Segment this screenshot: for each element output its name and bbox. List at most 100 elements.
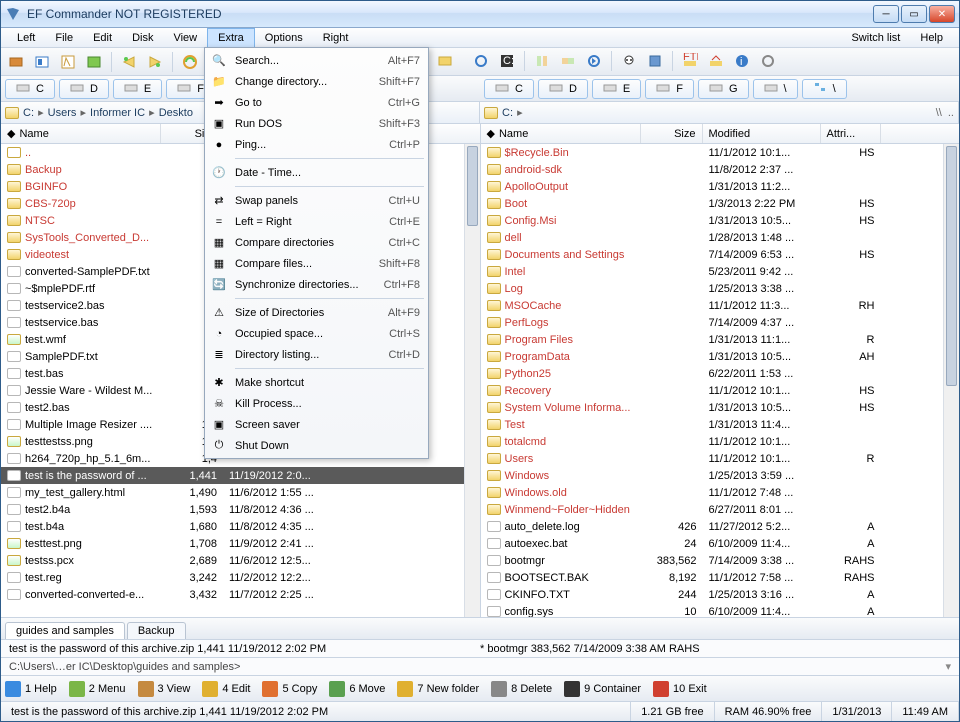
fkey-button[interactable]: 9 Container xyxy=(564,681,641,697)
scrollbar[interactable] xyxy=(943,144,959,617)
fkey-button[interactable]: 8 Delete xyxy=(491,681,552,697)
file-row[interactable]: Documents and Settings7/14/2009 6:53 ...… xyxy=(481,246,960,263)
tool-icon[interactable] xyxy=(83,51,105,73)
file-row[interactable]: ProgramData1/31/2013 10:5...AH xyxy=(481,348,960,365)
breadcrumb[interactable]: Users xyxy=(48,107,77,119)
path-right[interactable]: C: ▸ \\.. xyxy=(480,102,959,123)
column-header[interactable]: ◆Name Size Modified Attri... xyxy=(481,124,960,144)
file-row[interactable]: ApolloOutput1/31/2013 11:2... xyxy=(481,178,960,195)
menu-item[interactable]: ◔Occupied space...Ctrl+S xyxy=(207,323,426,344)
tool-icon[interactable] xyxy=(531,50,553,72)
path-up[interactable]: .. xyxy=(948,107,954,119)
menu-view[interactable]: View xyxy=(163,28,207,47)
file-row[interactable]: $Recycle.Bin11/1/2012 10:1...HS xyxy=(481,144,960,161)
col-name[interactable]: Name xyxy=(19,128,48,140)
file-row[interactable]: autoexec.bat246/10/2009 11:4...A xyxy=(481,535,960,552)
col-attr[interactable]: Attri... xyxy=(821,124,881,143)
col-name[interactable]: Name xyxy=(499,128,528,140)
tool-icon[interactable] xyxy=(5,51,27,73)
command-line[interactable]: C:\Users\…er IC\Desktop\guides and sampl… xyxy=(1,657,959,675)
menu-item[interactable]: 🕐Date - Time... xyxy=(207,162,426,183)
drive-button[interactable]: D xyxy=(59,79,109,99)
tool-icon[interactable] xyxy=(644,50,666,72)
menu-item[interactable]: 📁Change directory...Shift+F7 xyxy=(207,71,426,92)
tool-icon[interactable] xyxy=(179,51,201,73)
tab[interactable]: guides and samples xyxy=(5,622,125,639)
menu-item[interactable]: 🔍Search...Alt+F7 xyxy=(207,50,426,71)
file-row[interactable]: test is the password of ...1,44111/19/20… xyxy=(1,467,480,484)
menu-extra[interactable]: Extra xyxy=(207,28,255,47)
tool-icon[interactable] xyxy=(705,50,727,72)
menu-right[interactable]: Right xyxy=(313,28,359,47)
file-row[interactable]: Users11/1/2012 10:1...R xyxy=(481,450,960,467)
fkey-button[interactable]: 2 Menu xyxy=(69,681,126,697)
path-net[interactable]: \\ xyxy=(936,107,942,119)
drive-button[interactable]: \ xyxy=(753,79,798,99)
fkey-button[interactable]: 10 Exit xyxy=(653,681,707,697)
breadcrumb[interactable]: Informer IC xyxy=(90,107,145,119)
drive-button[interactable]: E xyxy=(592,79,641,99)
drive-button[interactable]: D xyxy=(538,79,588,99)
menu-item[interactable]: ▣Run DOSShift+F3 xyxy=(207,113,426,134)
minimize-button[interactable]: ─ xyxy=(873,5,899,23)
tool-icon[interactable] xyxy=(57,51,79,73)
file-row[interactable]: converted-converted-e...3,43211/7/2012 2… xyxy=(1,586,480,603)
scrollbar[interactable] xyxy=(464,144,480,617)
tool-icon[interactable] xyxy=(118,51,140,73)
breadcrumb[interactable]: C: xyxy=(502,107,513,119)
file-row[interactable]: dell1/28/2013 1:48 ... xyxy=(481,229,960,246)
menu-item[interactable]: ≣Directory listing...Ctrl+D xyxy=(207,344,426,365)
breadcrumb[interactable]: Deskto xyxy=(159,107,193,119)
col-size[interactable]: Size xyxy=(641,124,703,143)
tab[interactable]: Backup xyxy=(127,622,186,639)
file-row[interactable]: Intel5/23/2011 9:42 ... xyxy=(481,263,960,280)
menu-switch-list[interactable]: Switch list xyxy=(841,28,910,47)
tool-icon[interactable] xyxy=(583,50,605,72)
fkey-button[interactable]: 7 New folder xyxy=(397,681,479,697)
menu-disk[interactable]: Disk xyxy=(122,28,163,47)
drive-button[interactable]: E xyxy=(113,79,162,99)
menu-item[interactable]: 🔄Synchronize directories...Ctrl+F8 xyxy=(207,274,426,295)
menu-help[interactable]: Help xyxy=(910,28,953,47)
menu-item[interactable]: ●Ping...Ctrl+P xyxy=(207,134,426,155)
fkey-button[interactable]: 5 Copy xyxy=(262,681,317,697)
tool-icon[interactable] xyxy=(434,50,456,72)
file-row[interactable]: testss.pcx2,68911/6/2012 12:5... xyxy=(1,552,480,569)
file-row[interactable]: Python256/22/2011 1:53 ... xyxy=(481,365,960,382)
file-row[interactable]: BOOTSECT.BAK8,19211/1/2012 7:58 ...RAHS xyxy=(481,569,960,586)
file-row[interactable]: Program Files1/31/2013 11:1...R xyxy=(481,331,960,348)
titlebar[interactable]: EF Commander NOT REGISTERED ─ ▭ ✕ xyxy=(1,1,959,28)
file-row[interactable]: Log1/25/2013 3:38 ... xyxy=(481,280,960,297)
extra-menu-dropdown[interactable]: 🔍Search...Alt+F7📁Change directory...Shif… xyxy=(204,47,429,459)
file-row[interactable]: Config.Msi1/31/2013 10:5...HS xyxy=(481,212,960,229)
file-row[interactable]: Windows1/25/2013 3:59 ... xyxy=(481,467,960,484)
file-row[interactable]: Boot1/3/2013 2:22 PMHS xyxy=(481,195,960,212)
file-row[interactable]: MSOCache11/1/2012 11:3...RH xyxy=(481,297,960,314)
file-row[interactable]: PerfLogs7/14/2009 4:37 ... xyxy=(481,314,960,331)
tool-icon[interactable] xyxy=(31,51,53,73)
file-row[interactable]: Test1/31/2013 11:4... xyxy=(481,416,960,433)
drive-button[interactable]: C xyxy=(5,79,55,99)
file-row[interactable]: test2.b4a1,59311/8/2012 4:36 ... xyxy=(1,501,480,518)
fkey-button[interactable]: 6 Move xyxy=(329,681,385,697)
maximize-button[interactable]: ▭ xyxy=(901,5,927,23)
menu-item[interactable]: ▣Screen saver xyxy=(207,414,426,435)
file-row[interactable]: testtest.png1,70811/9/2012 2:41 ... xyxy=(1,535,480,552)
menu-item[interactable]: ⚠Size of DirectoriesAlt+F9 xyxy=(207,302,426,323)
menu-item[interactable]: ➡Go toCtrl+G xyxy=(207,92,426,113)
info-icon[interactable]: i xyxy=(731,50,753,72)
network-button[interactable]: \ xyxy=(802,79,847,99)
tool-icon[interactable] xyxy=(757,50,779,72)
menu-item[interactable]: ☠Kill Process... xyxy=(207,393,426,414)
col-modified[interactable]: Modified xyxy=(703,124,821,143)
menu-item[interactable]: =Left = RightCtrl+E xyxy=(207,211,426,232)
menu-item[interactable]: ⏻Shut Down xyxy=(207,435,426,456)
menu-item[interactable]: ✱Make shortcut xyxy=(207,372,426,393)
ftp-icon[interactable]: FTP xyxy=(679,50,701,72)
file-row[interactable]: config.sys106/10/2009 11:4...A xyxy=(481,603,960,617)
file-row[interactable]: bootmgr383,5627/14/2009 3:38 ...RAHS xyxy=(481,552,960,569)
file-row[interactable]: test.reg3,24211/2/2012 12:2... xyxy=(1,569,480,586)
close-button[interactable]: ✕ xyxy=(929,5,955,23)
tool-icon[interactable]: C:\ xyxy=(496,50,518,72)
fkey-button[interactable]: 3 View xyxy=(138,681,191,697)
